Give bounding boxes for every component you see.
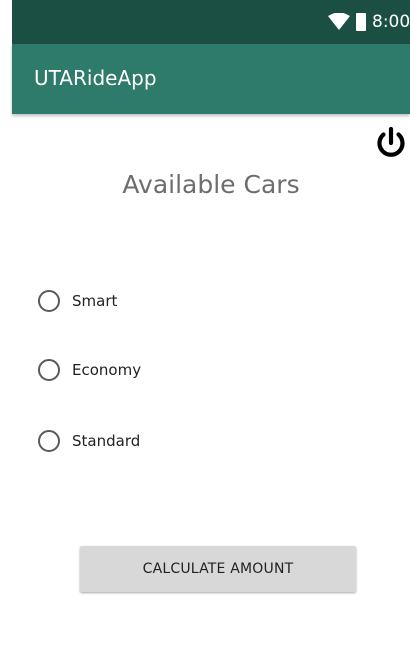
radio-option-economy[interactable]: Economy: [38, 355, 141, 385]
calculate-amount-button[interactable]: CALCULATE AMOUNT: [80, 546, 356, 592]
app-title: UTARideApp: [34, 66, 157, 90]
radio-button-smart[interactable]: [38, 290, 60, 312]
radio-label-standard: Standard: [72, 432, 141, 450]
radio-button-standard[interactable]: [38, 430, 60, 452]
status-bar: 8:00: [12, 0, 410, 44]
power-icon: [372, 126, 410, 165]
app-screen: 8:00 UTARideApp Available Cars Smart Eco…: [0, 0, 410, 666]
power-button[interactable]: [372, 124, 410, 162]
radio-button-economy[interactable]: [38, 359, 60, 381]
radio-option-standard[interactable]: Standard: [38, 426, 140, 456]
status-time: 8:00: [372, 12, 410, 32]
app-bar: UTARideApp: [12, 44, 410, 114]
battery-icon: [356, 13, 366, 31]
radio-option-smart[interactable]: Smart: [38, 286, 117, 316]
left-gutter: [0, 0, 12, 666]
page-title: Available Cars: [122, 170, 300, 199]
radio-label-economy: Economy: [72, 361, 142, 379]
radio-label-smart: Smart: [72, 292, 118, 310]
status-indicators: 8:00: [328, 0, 410, 44]
wifi-icon: [328, 13, 350, 31]
